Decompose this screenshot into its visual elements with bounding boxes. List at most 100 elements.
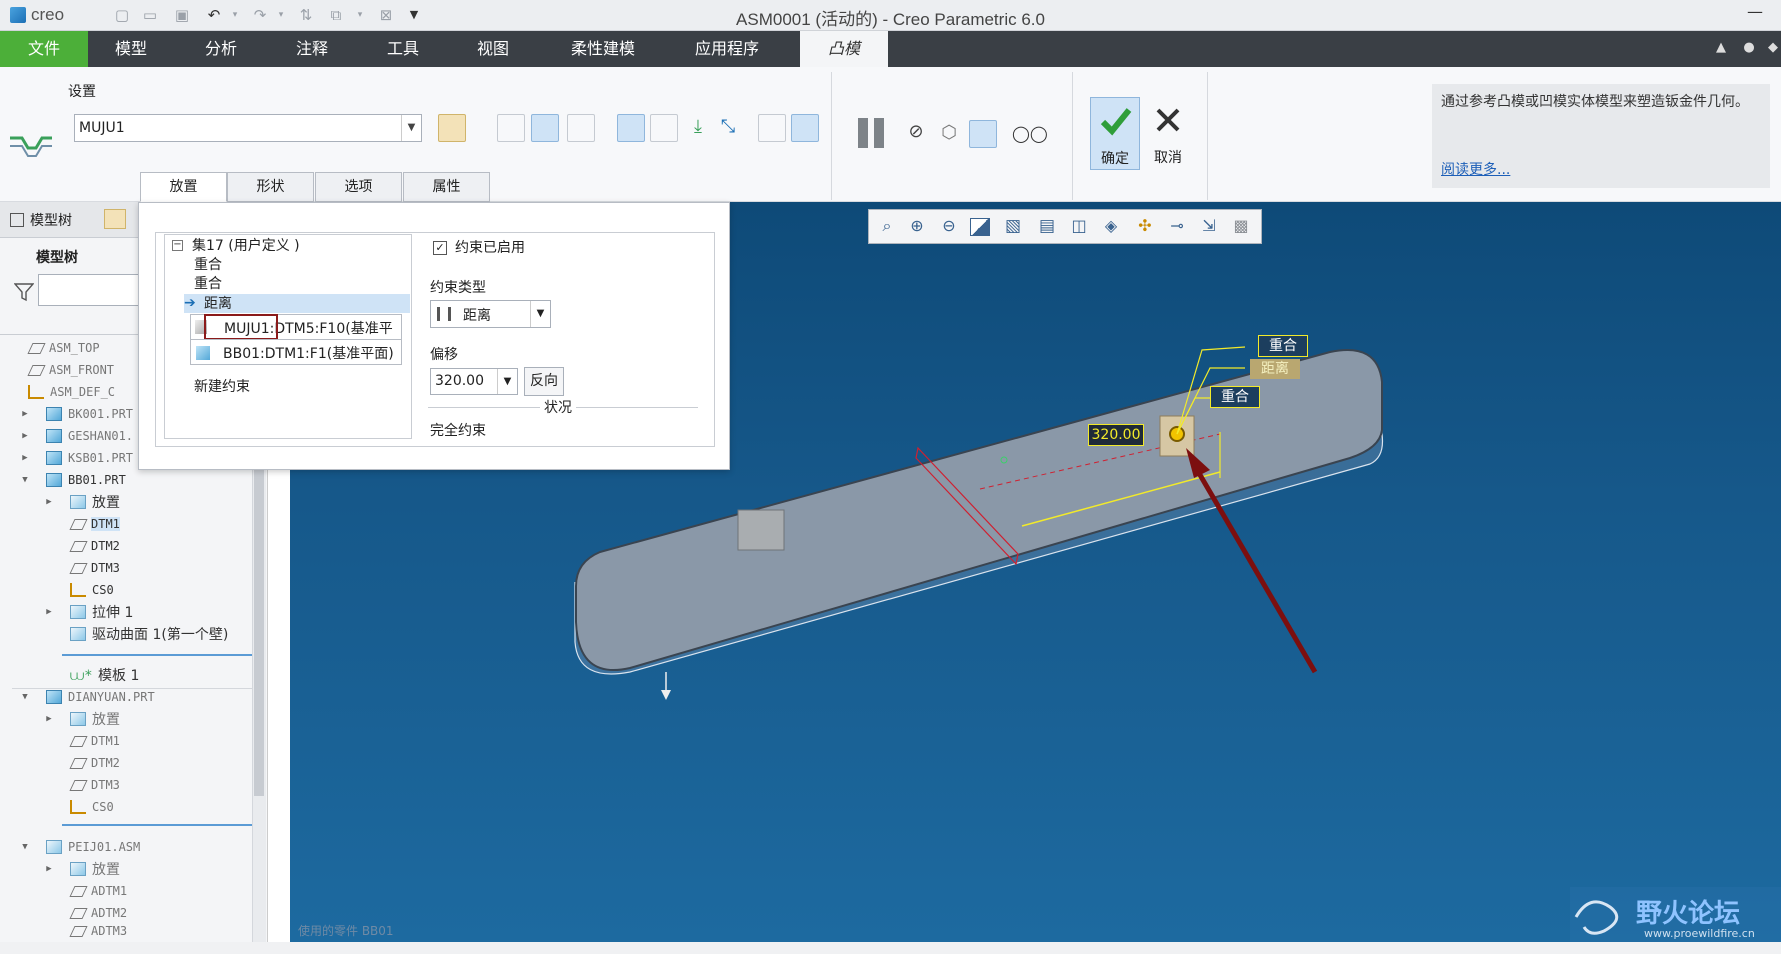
menu-bar xyxy=(0,31,1781,67)
tree-item[interactable]: ▶ 放置 xyxy=(0,708,262,730)
settings-label: 设置 xyxy=(68,84,96,100)
tree-item[interactable]: ADTM3 xyxy=(0,924,262,938)
read-more-link[interactable]: 阅读更多... xyxy=(1441,159,1510,179)
menu-model[interactable]: 模型 xyxy=(96,31,166,67)
ribbon-separator xyxy=(1072,72,1073,200)
preview-solid-icon[interactable] xyxy=(969,120,997,148)
status-bar xyxy=(0,942,1781,954)
menu-analysis[interactable]: 分析 xyxy=(186,31,256,67)
chevron-down-icon[interactable]: ▼ xyxy=(497,369,517,394)
punch-direction-icon[interactable]: ⤓ xyxy=(684,114,712,142)
tree-item[interactable]: ▼ BB01.PRT xyxy=(0,469,262,491)
verify-glasses-icon[interactable]: ◯◯ xyxy=(1012,124,1048,144)
tree-item[interactable]: DTM3 xyxy=(0,774,262,796)
repaint-icon[interactable] xyxy=(970,218,990,236)
collapse-set-icon[interactable]: − xyxy=(172,240,183,251)
flip-button[interactable]: 反向 xyxy=(524,367,564,396)
saved-views-icon[interactable]: ▤ xyxy=(1036,216,1058,238)
pause-icon[interactable] xyxy=(858,118,886,148)
active-part-icon xyxy=(46,473,62,487)
csys-icon xyxy=(70,583,86,597)
menu-flexible-modeling[interactable]: 柔性建模 xyxy=(556,31,650,67)
open-template-folder-icon[interactable] xyxy=(438,114,466,142)
constraint-label-coincident-1[interactable]: 重合 xyxy=(1258,335,1308,357)
offset-input[interactable]: 320.00 ▼ xyxy=(430,368,518,395)
tree-item[interactable]: DTM2 xyxy=(0,535,262,557)
view-manager-icon[interactable]: ◫ xyxy=(1068,216,1090,238)
constraint-label-distance[interactable]: 距离 xyxy=(1250,359,1300,379)
datum-display-icon[interactable]: ✣ xyxy=(1134,216,1156,238)
constraint-enabled-checkbox[interactable]: ✓ xyxy=(433,241,447,255)
appearance-icon[interactable]: ▩ xyxy=(1230,216,1252,238)
tab-shape[interactable]: 形状 xyxy=(227,172,314,202)
tab-options[interactable]: 选项 xyxy=(315,172,402,202)
tree-item[interactable]: CS0 xyxy=(0,579,262,601)
constraint-item[interactable]: 重合 xyxy=(194,275,222,293)
tree-item[interactable]: CS0 xyxy=(0,796,262,818)
tree-search-input[interactable] xyxy=(38,274,143,306)
edit-template-icon[interactable] xyxy=(497,114,525,142)
spin-center-icon[interactable]: ⊸ xyxy=(1166,216,1188,238)
refit-icon[interactable]: ⌕ xyxy=(876,216,898,238)
dimension-value-label[interactable]: 320.00 xyxy=(1088,424,1144,446)
no-preview-icon[interactable]: ⊘ xyxy=(906,122,926,142)
tree-item[interactable]: ADTM2 xyxy=(0,902,262,924)
preview-frame-icon[interactable]: ⬡ xyxy=(936,120,962,146)
tree-item[interactable]: 驱动曲面 1(第一个壁) xyxy=(0,623,262,645)
chevron-down-icon[interactable]: ▼ xyxy=(401,115,421,141)
tab-placement[interactable]: 放置 xyxy=(140,172,227,202)
chevron-down-icon[interactable]: ▼ xyxy=(530,301,550,327)
tree-scrollbar-thumb[interactable] xyxy=(254,456,264,796)
cancel-button[interactable]: 取消 xyxy=(1143,97,1193,170)
tree-item[interactable]: DTM2 xyxy=(0,752,262,774)
placement-interface-icon[interactable] xyxy=(531,114,559,142)
tab-folder-browser-icon[interactable] xyxy=(104,209,126,229)
menu-file[interactable]: 文件 xyxy=(0,31,88,67)
tree-item[interactable]: ⩊* 模板 1 xyxy=(0,664,262,686)
constraint-type-combobox[interactable]: 距离 ▼ xyxy=(430,300,551,328)
menu-annotate[interactable]: 注释 xyxy=(277,31,347,67)
help-icon[interactable]: ◆ xyxy=(1764,40,1781,58)
reference-2[interactable]: BB01:DTM1:F1(基准平面) xyxy=(190,339,402,365)
tree-item[interactable]: ADTM1 xyxy=(0,880,262,902)
display-template-icon[interactable] xyxy=(791,114,819,142)
annotation-display-icon[interactable]: ⇲ xyxy=(1198,216,1220,238)
constraint-label-coincident-2[interactable]: 重合 xyxy=(1210,386,1260,408)
insert-indicator[interactable] xyxy=(62,654,262,656)
tree-item[interactable]: ▼ DIANYUAN.PRT xyxy=(0,686,262,708)
zoom-out-icon[interactable]: ⊖ xyxy=(938,216,960,238)
menu-applications[interactable]: 应用程序 xyxy=(680,31,774,67)
tab-properties[interactable]: 属性 xyxy=(403,172,490,202)
menu-view[interactable]: 视图 xyxy=(458,31,528,67)
tree-item[interactable]: ▶ 拉伸 1 xyxy=(0,601,262,623)
insert-indicator[interactable] xyxy=(62,824,262,826)
constraint-set-title[interactable]: 集17 (用户定义 ) xyxy=(192,237,300,255)
new-constraint-link[interactable]: 新建约束 xyxy=(194,378,250,396)
tree-item[interactable]: DTM3 xyxy=(0,557,262,579)
constraint-item[interactable]: 重合 xyxy=(194,256,222,274)
zoom-in-icon[interactable]: ⊕ xyxy=(906,216,928,238)
tree-item[interactable]: DTM1 xyxy=(0,513,262,535)
tree-item[interactable]: ▼ PEIJ01.ASM xyxy=(0,836,262,858)
user-icon[interactable]: ● xyxy=(1740,40,1758,58)
collapse-ribbon-icon[interactable]: ▲ xyxy=(1712,40,1730,58)
menu-punch-active-tab[interactable]: 凸模 xyxy=(800,31,888,67)
filter-icon[interactable] xyxy=(14,282,34,302)
display-style-icon[interactable]: ▧ xyxy=(1002,216,1024,238)
tab-model-tree[interactable]: 模型树 xyxy=(10,210,72,230)
flip-direction-icon[interactable]: ⤡ xyxy=(714,114,742,142)
confirm-button[interactable]: 确定 xyxy=(1090,97,1140,170)
tree-item[interactable]: ▶ 放置 xyxy=(0,858,262,880)
tree-item[interactable]: DTM1 xyxy=(0,730,262,752)
constraint-view-icon[interactable] xyxy=(617,114,645,142)
sketch-ref-icon[interactable] xyxy=(567,114,595,142)
perspective-icon[interactable]: ◈ xyxy=(1100,216,1122,238)
copy-icon[interactable] xyxy=(758,114,786,142)
menu-tools[interactable]: 工具 xyxy=(368,31,438,67)
constraint-item-selected[interactable]: 距离 xyxy=(204,295,232,313)
tree-item[interactable]: ▶ 放置 xyxy=(0,491,262,513)
separate-window-icon[interactable] xyxy=(650,114,678,142)
minimize-button[interactable]: — xyxy=(1740,2,1770,28)
template-combobox[interactable]: MUJU1 ▼ xyxy=(74,114,422,142)
expand-icon: ▶ xyxy=(46,714,52,724)
